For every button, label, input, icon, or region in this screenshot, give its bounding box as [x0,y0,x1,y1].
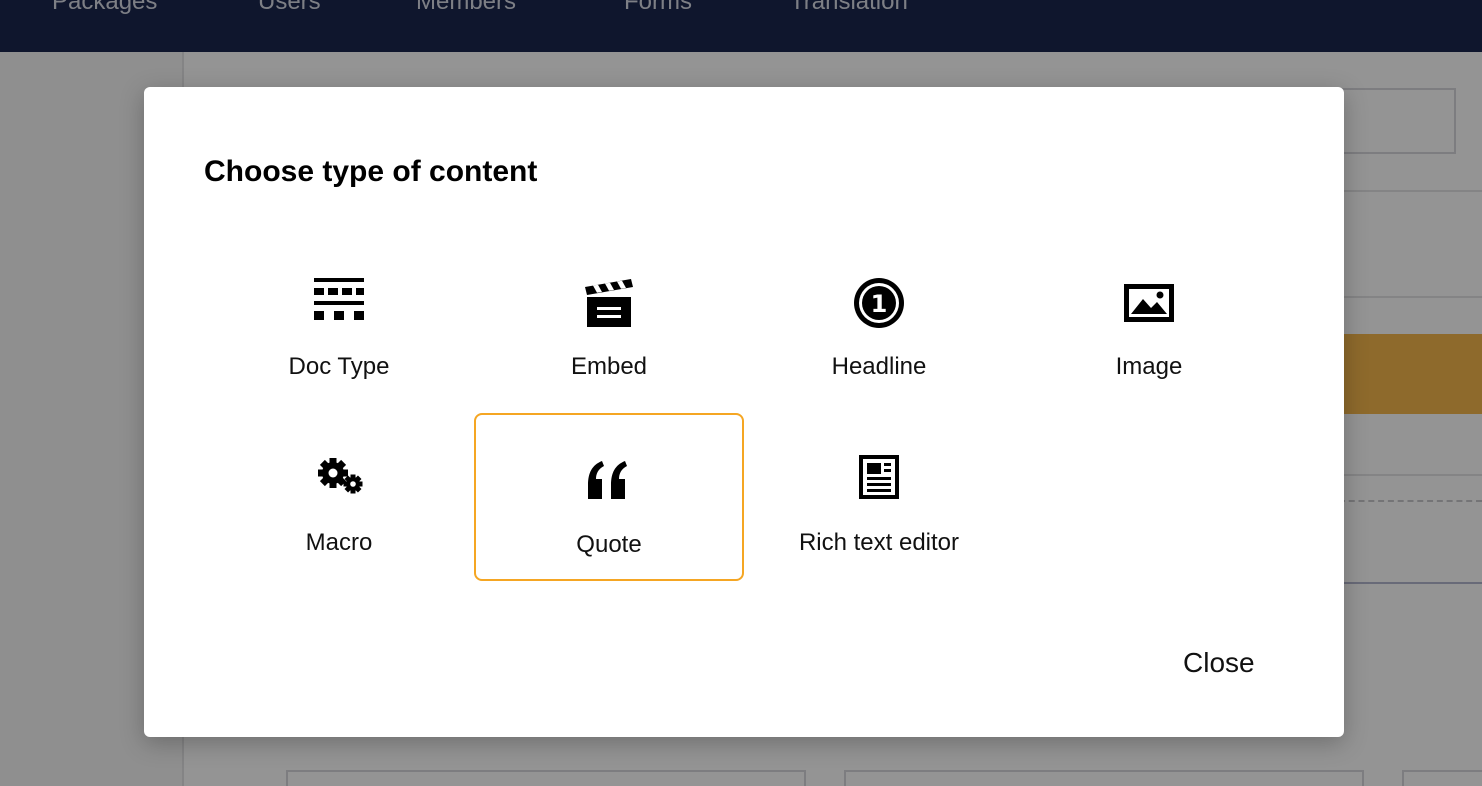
dialog-title: Choose type of content [204,155,538,188]
svg-text:1: 1 [871,290,888,318]
content-type-doc-type[interactable]: Doc Type [204,245,474,413]
choose-content-type-dialog: Choose type of content Doc Type Embed 1 … [144,87,1344,737]
newspaper-icon [851,449,907,505]
content-type-headline[interactable]: 1 Headline [744,245,1014,413]
clapperboard-icon [581,275,637,331]
content-type-label: Quote [576,531,642,558]
gears-icon [311,449,367,505]
content-type-label: Image [1115,353,1183,380]
content-type-embed[interactable]: Embed [474,245,744,413]
content-type-quote[interactable]: Quote [474,413,744,581]
quote-icon [581,451,637,507]
close-button[interactable]: Close [1169,647,1269,679]
content-type-label: Doc Type [288,353,390,380]
content-type-label: Macro [305,529,373,556]
content-type-macro[interactable]: Macro [204,413,474,581]
content-type-image[interactable]: Image [1014,245,1284,413]
content-type-label: Embed [570,353,648,380]
content-type-rich-text-editor[interactable]: Rich text editor [744,413,1014,581]
picture-icon [1121,275,1177,331]
content-type-label: Rich text editor [798,529,960,556]
content-type-label: Headline [831,353,927,380]
doc-type-grid-icon [311,275,367,331]
circle-number-one-icon: 1 [851,275,907,331]
